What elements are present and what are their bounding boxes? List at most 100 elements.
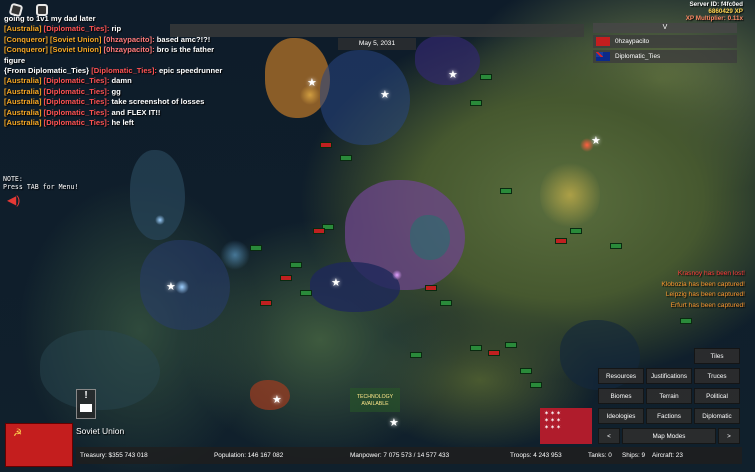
- chat-segment: [Australia]: [4, 24, 44, 34]
- technology-available-button[interactable]: TECHNOLOGY AVAILABLE: [350, 388, 400, 412]
- troop-marker[interactable]: [250, 245, 262, 251]
- xp-multiplier: XP Multiplier: 0.11x: [685, 15, 743, 23]
- chat-segment: going to 1v1 my dad later: [4, 14, 96, 23]
- map-mode-truces-button[interactable]: Truces: [694, 368, 740, 384]
- map-mode-ideologies-button[interactable]: Ideologies: [598, 408, 644, 424]
- chat-message: figure: [4, 56, 239, 66]
- capital-star-icon[interactable]: ★: [331, 278, 341, 289]
- speaker-icon[interactable]: ◀): [7, 194, 20, 206]
- iberia-region[interactable]: [40, 330, 160, 410]
- chat-segment: [Diplomatic_Ties]:: [91, 66, 157, 76]
- chat-segment: [0hzaypacito]:: [103, 34, 155, 44]
- capital-star-icon[interactable]: ★: [448, 70, 458, 81]
- troop-marker[interactable]: [680, 318, 692, 324]
- city-light: [220, 240, 250, 270]
- player-name: Diplomatic_Ties: [615, 53, 661, 60]
- note-text: Press TAB for Menu!: [3, 183, 79, 191]
- map-mode-justifications-button[interactable]: Justifications: [646, 368, 692, 384]
- aircraft-stat: Aircraft: 23: [652, 452, 683, 459]
- chat-segment: [Australia]: [4, 97, 44, 107]
- map-mode-diplomatic-button[interactable]: Diplomatic: [694, 408, 740, 424]
- britain-region[interactable]: [130, 150, 185, 240]
- tech-line2: AVAILABLE: [361, 400, 389, 407]
- alert-icon: !: [84, 390, 88, 401]
- chat-message: going to 1v1 my dad later: [4, 14, 239, 24]
- notification: Krasnoy has been lost!: [677, 270, 745, 277]
- map-mode-biomes-button[interactable]: Biomes: [598, 388, 644, 404]
- hammer-sickle-icon: ☭: [13, 428, 22, 439]
- city-light: [155, 215, 165, 225]
- country-flag[interactable]: ☭: [5, 423, 73, 467]
- chat-segment: [Conqueror] [Soviet Union]: [4, 45, 104, 55]
- troop-marker[interactable]: [500, 188, 512, 194]
- notification: Klobozia has been captured!: [661, 280, 745, 288]
- map-mode-tiles-button[interactable]: Tiles: [694, 348, 740, 364]
- map-mode-prev-button[interactable]: <: [598, 428, 620, 444]
- troop-marker[interactable]: [505, 342, 517, 348]
- capital-star-icon[interactable]: ★: [166, 282, 176, 293]
- map-mode-resources-button[interactable]: Resources: [598, 368, 644, 384]
- notification: Erfurt has been captured!: [670, 302, 745, 310]
- chat-message: [Australia] [Diplomatic_Ties]: damn: [4, 76, 239, 86]
- troop-marker[interactable]: [610, 243, 622, 249]
- chat-message: [Australia] [Diplomatic_Ties]: and FLEX …: [4, 108, 239, 118]
- troop-marker[interactable]: [410, 352, 422, 358]
- country-name: Soviet Union: [76, 426, 125, 436]
- map-mode-terrain-button[interactable]: Terrain: [646, 388, 692, 404]
- stats-bar: Treasury: $355 743 018 Population: 146 1…: [76, 447, 742, 464]
- troop-marker[interactable]: [520, 368, 532, 374]
- blue-scandinavia[interactable]: [320, 50, 410, 145]
- notification-feed: Krasnoy has been lost! Klobozia has been…: [661, 269, 745, 312]
- navy-region[interactable]: [310, 262, 400, 312]
- player-name: 0hzaypacito: [615, 38, 650, 45]
- top-bar: [170, 24, 584, 37]
- chat-segment: [Conqueror] [Soviet Union]: [4, 34, 104, 44]
- player-row[interactable]: Diplomatic_Ties: [593, 50, 737, 63]
- server-info: Server ID: f4fc0ed 6860429 XP XP Multipl…: [686, 1, 743, 23]
- map-mode-factions-button[interactable]: Factions: [646, 408, 692, 424]
- capital-star-icon[interactable]: ★: [591, 136, 601, 147]
- troop-marker[interactable]: [488, 350, 500, 356]
- chat-segment: take screenshot of losses: [109, 97, 205, 107]
- map-mode-political-button[interactable]: Political: [694, 388, 740, 404]
- chat-segment: [Diplomatic_Ties]:: [43, 107, 110, 117]
- troop-marker[interactable]: [555, 238, 567, 244]
- capital-star-icon[interactable]: ★: [389, 418, 399, 429]
- treasury-stat: Treasury: $355 743 018: [80, 452, 148, 459]
- capital-star-icon[interactable]: ★: [307, 78, 317, 89]
- teal-region[interactable]: [410, 215, 450, 260]
- troop-marker[interactable]: [470, 345, 482, 351]
- map-mode-next-button[interactable]: >: [718, 428, 740, 444]
- envelope-icon: [80, 404, 92, 412]
- player-row[interactable]: 0hzaypacito: [593, 35, 737, 48]
- troop-marker[interactable]: [530, 382, 542, 388]
- troop-marker[interactable]: [260, 300, 272, 306]
- italy-region[interactable]: [250, 380, 290, 410]
- troop-marker[interactable]: [290, 262, 302, 268]
- map-modes-label: Map Modes: [622, 428, 716, 444]
- city-light: [540, 160, 600, 230]
- chat-segment: epic speedrunner: [156, 66, 223, 76]
- opponent-flag[interactable]: ✶✶✶ ✶✶✶ ✶✶✶: [540, 408, 592, 444]
- city-light: [175, 280, 189, 294]
- troop-marker[interactable]: [300, 290, 312, 296]
- player-list-toggle[interactable]: V: [593, 23, 737, 33]
- troop-marker[interactable]: [340, 155, 352, 161]
- troop-marker[interactable]: [570, 228, 582, 234]
- troop-marker[interactable]: [425, 285, 437, 291]
- troop-marker[interactable]: [313, 228, 325, 234]
- city-light: [392, 270, 402, 280]
- soviet-flag-icon: [596, 37, 610, 46]
- capital-star-icon[interactable]: ★: [380, 90, 390, 101]
- troop-marker[interactable]: [470, 100, 482, 106]
- ships-stat: Ships: 9: [622, 452, 646, 459]
- chat-segment: [Diplomatic_Ties]:: [43, 86, 110, 96]
- note-title: NOTE:: [3, 175, 23, 183]
- chat-segment: bro is the father: [154, 45, 215, 55]
- troop-marker[interactable]: [320, 142, 332, 148]
- troop-marker[interactable]: [480, 74, 492, 80]
- mail-button[interactable]: !: [76, 389, 96, 419]
- troop-marker[interactable]: [280, 275, 292, 281]
- capital-star-icon[interactable]: ★: [272, 395, 282, 406]
- troop-marker[interactable]: [440, 300, 452, 306]
